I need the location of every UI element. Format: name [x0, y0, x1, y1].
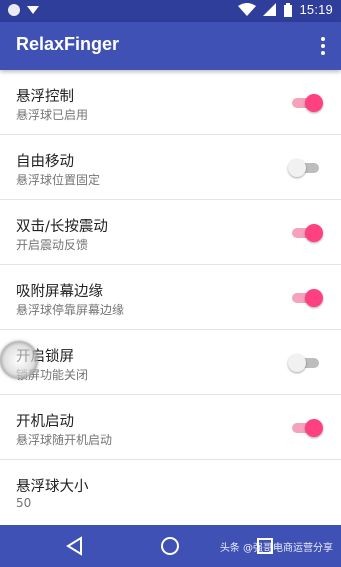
setting-value: 50: [16, 496, 32, 510]
setting-edge-snap[interactable]: 吸附屏幕边缘 悬浮球停靠屏幕边缘: [0, 265, 341, 330]
setting-subtitle: 悬浮球随开机启动: [16, 433, 113, 447]
setting-subtitle: 悬浮球位置固定: [16, 173, 101, 187]
wifi-icon: [238, 2, 257, 16]
setting-title: 双击/长按震动: [16, 219, 108, 235]
setting-subtitle: 悬浮球停靠屏幕边缘: [16, 303, 125, 317]
download-icon: [27, 6, 39, 14]
overflow-menu-icon[interactable]: [315, 35, 331, 57]
toggle-switch[interactable]: [291, 224, 323, 242]
signal-icon: [263, 2, 277, 16]
setting-vibration[interactable]: 双击/长按震动 开启震动反馈: [0, 200, 341, 265]
circle-notification-icon: [8, 4, 20, 16]
setting-subtitle: 开启震动反馈: [16, 238, 89, 252]
settings-list: 悬浮控制 悬浮球已启用 自由移动 悬浮球位置固定 双击/长按震动 开启震动反馈 …: [0, 70, 341, 525]
setting-floating-control[interactable]: 悬浮控制 悬浮球已启用: [0, 70, 341, 135]
toggle-switch[interactable]: [288, 159, 321, 177]
setting-title: 悬浮控制: [16, 89, 74, 105]
toggle-switch[interactable]: [291, 419, 323, 437]
watermark-text: 头条 @强哥电商运营分享: [219, 543, 333, 554]
setting-boot-start[interactable]: 开机启动 悬浮球随开机启动: [0, 395, 341, 460]
setting-title: 吸附屏幕边缘: [16, 284, 103, 300]
app-bar: RelaxFinger: [0, 22, 341, 70]
setting-title: 自由移动: [16, 154, 74, 170]
setting-title: 开机启动: [16, 414, 74, 430]
toggle-switch[interactable]: [288, 354, 321, 372]
app-title: RelaxFinger: [16, 34, 120, 54]
home-icon[interactable]: [159, 535, 181, 557]
back-icon[interactable]: [64, 535, 86, 557]
setting-title: 悬浮球大小: [16, 479, 89, 495]
setting-free-move[interactable]: 自由移动 悬浮球位置固定: [0, 135, 341, 200]
battery-icon: [284, 2, 293, 17]
floating-ball[interactable]: [0, 341, 38, 379]
toggle-switch[interactable]: [291, 289, 323, 307]
navigation-bar: 头条 @强哥电商运营分享: [0, 525, 341, 567]
setting-lock-screen[interactable]: 开启锁屏 锁屏功能关闭: [0, 330, 341, 395]
toggle-switch[interactable]: [291, 94, 323, 112]
setting-ball-size[interactable]: 悬浮球大小 50: [0, 460, 341, 525]
status-time: 15:19: [299, 2, 333, 17]
status-bar: 15:19: [0, 0, 341, 22]
setting-subtitle: 悬浮球已启用: [16, 108, 89, 122]
